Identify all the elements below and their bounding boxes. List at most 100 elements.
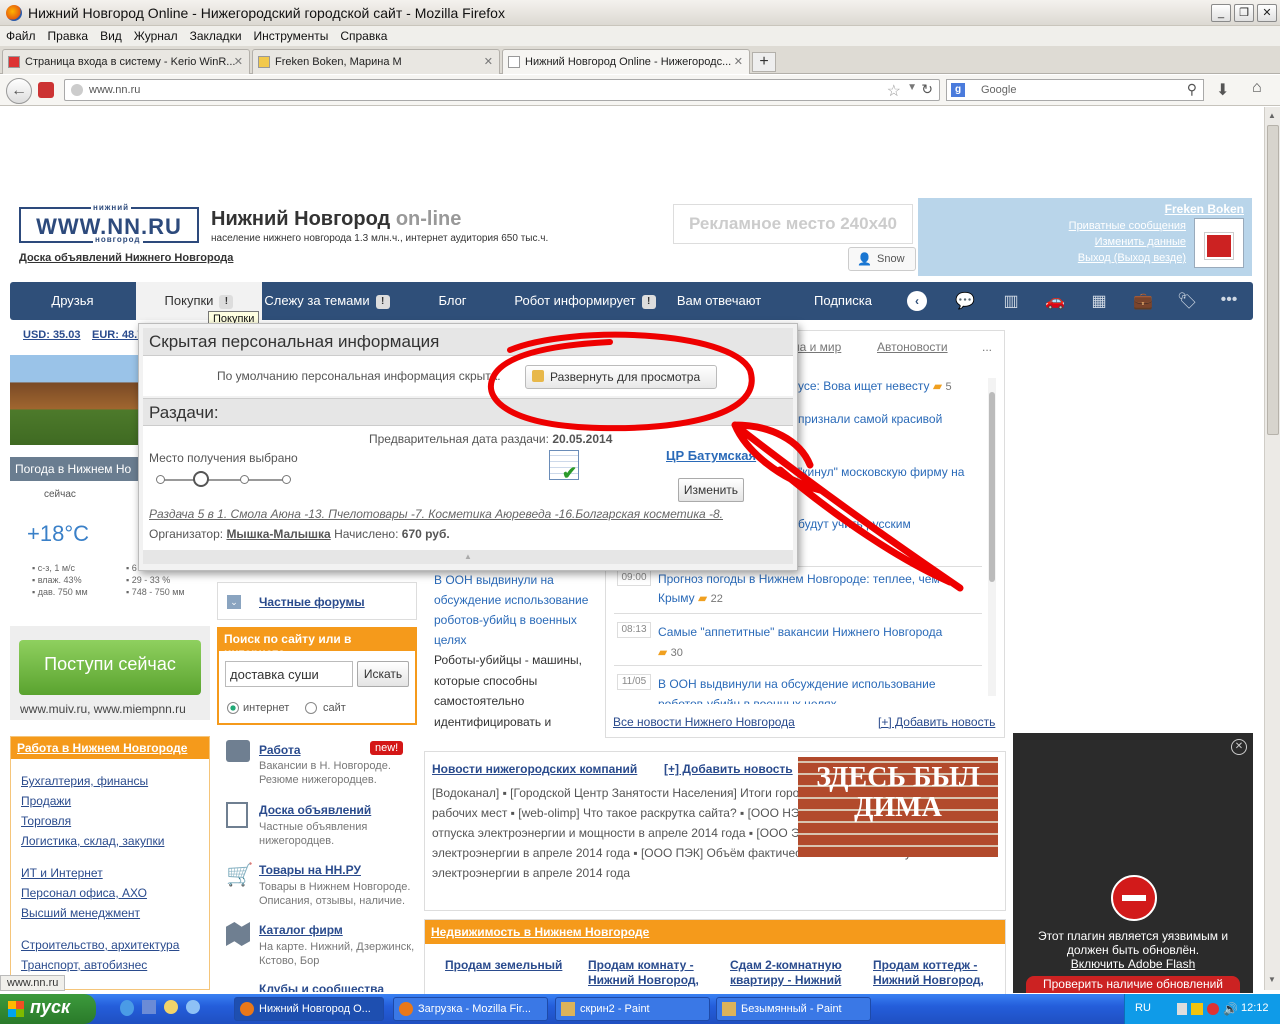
menu-view[interactable]: Вид bbox=[94, 26, 128, 43]
avatar[interactable] bbox=[1194, 218, 1244, 268]
job-link-it[interactable]: ИТ и Интернет bbox=[21, 863, 103, 883]
news-tab-world[interactable]: на и мир bbox=[793, 340, 841, 354]
logout-link[interactable]: Выход (Выход везде) bbox=[1078, 252, 1186, 264]
maximize-button[interactable]: ❐ bbox=[1234, 4, 1254, 22]
ad-placeholder[interactable]: Рекламное место 240x40 bbox=[673, 204, 913, 244]
job-link-management[interactable]: Высший менеджмент bbox=[21, 903, 140, 923]
page-scrollbar[interactable]: ▲ ▼ bbox=[1264, 107, 1280, 990]
check-updates-button[interactable]: Проверить наличие обновлений bbox=[1026, 976, 1240, 993]
job-link-transport[interactable]: Транспорт, автобизнес bbox=[21, 955, 147, 975]
nav-friends[interactable]: Друзья bbox=[10, 282, 135, 320]
menu-file[interactable]: Файл bbox=[0, 26, 42, 43]
menu-history[interactable]: Журнал bbox=[128, 26, 184, 43]
expand-button[interactable]: Развернуть для просмотра bbox=[525, 365, 717, 389]
news-tab-auto[interactable]: Автоновости bbox=[877, 340, 948, 354]
chevron-left-icon[interactable]: ‹ bbox=[907, 291, 927, 311]
nav-subscription[interactable]: Подписка bbox=[778, 282, 908, 320]
close-tab-icon[interactable]: ✕ bbox=[234, 55, 243, 68]
google-icon[interactable]: g bbox=[951, 83, 965, 97]
url-bar[interactable]: www.nn.ru ☆ ▼ ↻ bbox=[64, 79, 940, 101]
job-link-sales[interactable]: Продажи bbox=[21, 791, 71, 811]
close-button[interactable]: ✕ bbox=[1257, 4, 1277, 22]
graffiti-image[interactable]: ЗДЕСЬ БЫЛ ДИМА bbox=[798, 757, 998, 857]
job-link-accounting[interactable]: Бухгалтерия, финансы bbox=[21, 771, 148, 791]
service-clubs-title[interactable]: Клубы и сообщества bbox=[259, 982, 384, 992]
chevron-down-icon[interactable]: ⌄ bbox=[227, 595, 241, 609]
close-icon[interactable]: ✕ bbox=[1231, 739, 1247, 755]
news-scrollbar[interactable] bbox=[988, 378, 996, 696]
house-ad-image[interactable] bbox=[10, 355, 138, 445]
site-search-button[interactable]: Искать bbox=[357, 661, 409, 687]
dropdown-icon[interactable]: ▼ bbox=[907, 82, 917, 93]
menu-edit[interactable]: Правка bbox=[42, 26, 95, 43]
building-icon[interactable]: ▥ bbox=[1000, 291, 1022, 311]
board-link[interactable]: Доска объявлений Нижнего Новгорода bbox=[19, 252, 233, 264]
nav-blog[interactable]: Блог bbox=[395, 282, 510, 320]
download-icon[interactable]: ⬇ bbox=[1216, 80, 1229, 100]
realty-title[interactable]: Недвижимость в Нижнем Новгороде bbox=[425, 920, 1005, 944]
star-icon[interactable]: ☆ bbox=[887, 81, 901, 101]
companies-add-link[interactable]: [+] Добавить новость bbox=[664, 762, 793, 776]
add-news-link[interactable]: [+] Добавить новость bbox=[878, 715, 995, 729]
minimize-button[interactable]: _ bbox=[1211, 4, 1231, 22]
place-link[interactable]: ЦР Батумская bbox=[666, 448, 756, 463]
eur-rate[interactable]: EUR: 48.7 bbox=[92, 329, 143, 341]
tab-kerio[interactable]: Страница входа в систему - Kerio WinR...… bbox=[2, 49, 250, 74]
service-work-title[interactable]: Работа bbox=[259, 743, 301, 757]
companies-title[interactable]: Новости нижегородских компаний bbox=[432, 762, 637, 776]
taskbar-item-download[interactable]: Загрузка - Mozilla Fir... bbox=[393, 997, 548, 1021]
service-goods-title[interactable]: Товары на НН.РУ bbox=[259, 863, 361, 877]
explorer-icon[interactable] bbox=[186, 1000, 200, 1014]
warning-icon[interactable] bbox=[1191, 1003, 1203, 1015]
scroll-thumb[interactable] bbox=[1267, 125, 1279, 435]
start-button[interactable]: пуск bbox=[0, 994, 96, 1024]
messenger-icon[interactable] bbox=[164, 1000, 178, 1014]
job-link-trade[interactable]: Торговля bbox=[21, 811, 71, 831]
menu-bookmarks[interactable]: Закладки bbox=[184, 26, 248, 43]
nav-following[interactable]: Слежу за темами! bbox=[262, 282, 392, 320]
news-item[interactable]: Прогноз погоды в Нижнем Новгороде: тепле… bbox=[658, 570, 978, 609]
language-indicator[interactable]: RU bbox=[1135, 1002, 1151, 1014]
realty-item[interactable]: Продам коттедж - Нижний Новгород, bbox=[873, 958, 998, 988]
menu-tools[interactable]: Инструменты bbox=[248, 26, 335, 43]
news-item[interactable]: усе: Вова ищет невесту ▰ 5 bbox=[798, 379, 952, 393]
news-tab-more[interactable]: ... bbox=[982, 340, 992, 354]
office-icon[interactable]: ▦ bbox=[1088, 291, 1110, 311]
back-button[interactable]: ← bbox=[6, 78, 32, 104]
car-icon[interactable]: 🚗 bbox=[1044, 291, 1066, 311]
taskbar-item-firefox[interactable]: Нижний Новгород О... bbox=[234, 997, 384, 1021]
reload-icon[interactable]: ↻ bbox=[921, 81, 933, 98]
jobs-title[interactable]: Работа в Нижнем Новгороде bbox=[11, 737, 209, 759]
menu-help[interactable]: Справка bbox=[334, 26, 393, 43]
tab-freken[interactable]: Freken Boken, Марина М ✕ bbox=[252, 49, 500, 74]
news-item[interactable]: В ООН выдвинули на обсуждение использова… bbox=[658, 674, 978, 704]
job-link-logistics[interactable]: Логистика, склад, закупки bbox=[21, 831, 164, 851]
search-bar[interactable]: g Google ⚲ bbox=[946, 79, 1204, 101]
search-icon[interactable]: ⚲ bbox=[1187, 81, 1197, 98]
home-icon[interactable]: ⌂ bbox=[1252, 79, 1262, 97]
username-link[interactable]: Freken Boken bbox=[1165, 202, 1244, 216]
handout-description[interactable]: Раздача 5 в 1. Смола Аюна -13. Пчелотова… bbox=[149, 507, 723, 521]
news-item[interactable]: будут учить русским bbox=[798, 517, 911, 531]
all-news-link[interactable]: Все новости Нижнего Новгорода bbox=[613, 715, 795, 729]
news-item[interactable]: признали самой красивой bbox=[798, 412, 942, 426]
nav-replies[interactable]: Вам отвечают bbox=[660, 282, 778, 320]
briefcase-icon[interactable]: 💼 bbox=[1132, 291, 1154, 311]
scroll-up-icon[interactable]: ▲ bbox=[1268, 111, 1276, 120]
green-ad[interactable]: Поступи сейчас www.muiv.ru, www.miempnn.… bbox=[10, 626, 210, 720]
enable-flash-link[interactable]: Включить Adobe Flash bbox=[1013, 957, 1253, 971]
chat-icon[interactable]: 💬 bbox=[954, 291, 976, 311]
desktop-icon[interactable] bbox=[142, 1000, 156, 1014]
more-icon[interactable]: ••• bbox=[1218, 291, 1240, 311]
snow-button[interactable]: 👤 Snow bbox=[848, 247, 916, 271]
realty-item[interactable]: Продам земельный bbox=[445, 958, 565, 973]
organizer-link[interactable]: Мышка-Малышка bbox=[226, 527, 330, 541]
service-board-title[interactable]: Доска объявлений bbox=[259, 803, 371, 817]
homepage-icon[interactable] bbox=[38, 82, 54, 98]
close-tab-icon[interactable]: ✕ bbox=[734, 55, 743, 68]
change-button[interactable]: Изменить bbox=[678, 478, 744, 502]
new-tab-button[interactable]: + bbox=[752, 52, 776, 72]
security-icon[interactable] bbox=[1207, 1003, 1219, 1015]
usd-rate[interactable]: USD: 35.03 bbox=[23, 329, 80, 341]
news-item[interactable]: Самые "аппетитные" вакансии Нижнего Новг… bbox=[658, 622, 978, 663]
